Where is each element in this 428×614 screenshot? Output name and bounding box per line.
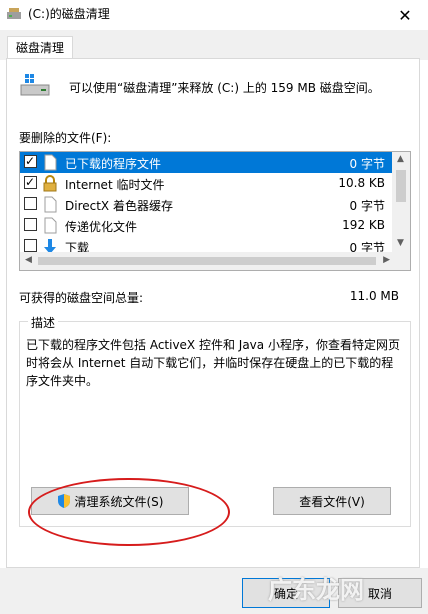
scroll-down-icon[interactable]: ▼: [397, 238, 404, 248]
file-list[interactable]: ✓ 已下载的程序文件 0 字节 ✓ Internet 临时文件 10.8 KB …: [19, 151, 411, 271]
description-title: 描述: [28, 314, 59, 331]
main-panel: 可以使用“磁盘清理”来释放 (C:) 上的 159 MB 磁盘空间。 要删除的文…: [6, 58, 420, 568]
list-item[interactable]: ✓ 已下载的程序文件 0 字节: [20, 152, 393, 173]
title-bar: (C:)的磁盘清理 ✕: [0, 0, 428, 30]
checkbox[interactable]: [24, 239, 37, 252]
check-icon: ✓: [25, 175, 36, 189]
list-item[interactable]: 传递优化文件 192 KB: [20, 215, 393, 236]
checkbox[interactable]: [24, 218, 37, 231]
intro-text: 可以使用“磁盘清理”来释放 (C:) 上的 159 MB 磁盘空间。: [69, 81, 380, 95]
watermark: 广东龙网: [268, 576, 364, 604]
file-name: Internet 临时文件: [65, 178, 165, 192]
total-space-label: 可获得的磁盘空间总量:: [19, 291, 144, 305]
cleanup-system-files-button[interactable]: 清理系统文件(S): [31, 487, 189, 515]
checkbox[interactable]: ✓: [24, 175, 37, 189]
blank-file-icon: [44, 196, 57, 213]
view-files-button[interactable]: 查看文件(V): [273, 487, 391, 515]
file-size: 0 字节: [349, 199, 385, 213]
vertical-scrollbar[interactable]: ▲ ▼: [392, 152, 410, 252]
close-icon: ✕: [398, 5, 412, 25]
file-name: 已下载的程序文件: [65, 157, 162, 171]
check-icon: ✓: [25, 154, 36, 168]
scroll-thumb[interactable]: [396, 170, 406, 202]
list-item[interactable]: ✓ Internet 临时文件 10.8 KB: [20, 173, 393, 194]
file-size: 192 KB: [342, 218, 385, 232]
cleanup-system-files-label: 清理系统文件(S): [74, 494, 164, 509]
blank-file-icon: [44, 217, 57, 234]
total-space-value: 11.0 MB: [349, 289, 399, 303]
blank-file-icon: [44, 154, 57, 171]
disk-cleanup-icon: [7, 8, 21, 19]
window-title: (C:)的磁盘清理: [28, 7, 110, 21]
scroll-right-icon[interactable]: ▶: [383, 255, 390, 265]
horizontal-scrollbar[interactable]: ◀ ▶: [20, 252, 410, 270]
file-name: DirectX 着色器缓存: [65, 199, 173, 213]
checkbox[interactable]: [24, 197, 37, 210]
file-name: 传递优化文件: [65, 220, 138, 234]
drive-icon: [20, 74, 50, 96]
description-text: 已下载的程序文件包括 ActiveX 控件和 Java 小程序，你查看特定网页时…: [26, 338, 400, 388]
list-item[interactable]: DirectX 着色器缓存 0 字节: [20, 194, 393, 215]
scroll-thumb[interactable]: [38, 257, 376, 265]
uac-shield-icon: [57, 494, 70, 508]
file-size: 0 字节: [349, 157, 385, 171]
tab-strip: 磁盘清理: [0, 30, 428, 62]
close-button[interactable]: ✕: [382, 0, 428, 30]
lock-icon: [43, 175, 57, 192]
scroll-left-icon[interactable]: ◀: [25, 255, 32, 265]
checkbox[interactable]: ✓: [24, 154, 37, 168]
files-to-delete-label: 要删除的文件(F):: [19, 131, 112, 145]
scroll-up-icon[interactable]: ▲: [397, 154, 404, 164]
file-size: 10.8 KB: [338, 176, 385, 190]
